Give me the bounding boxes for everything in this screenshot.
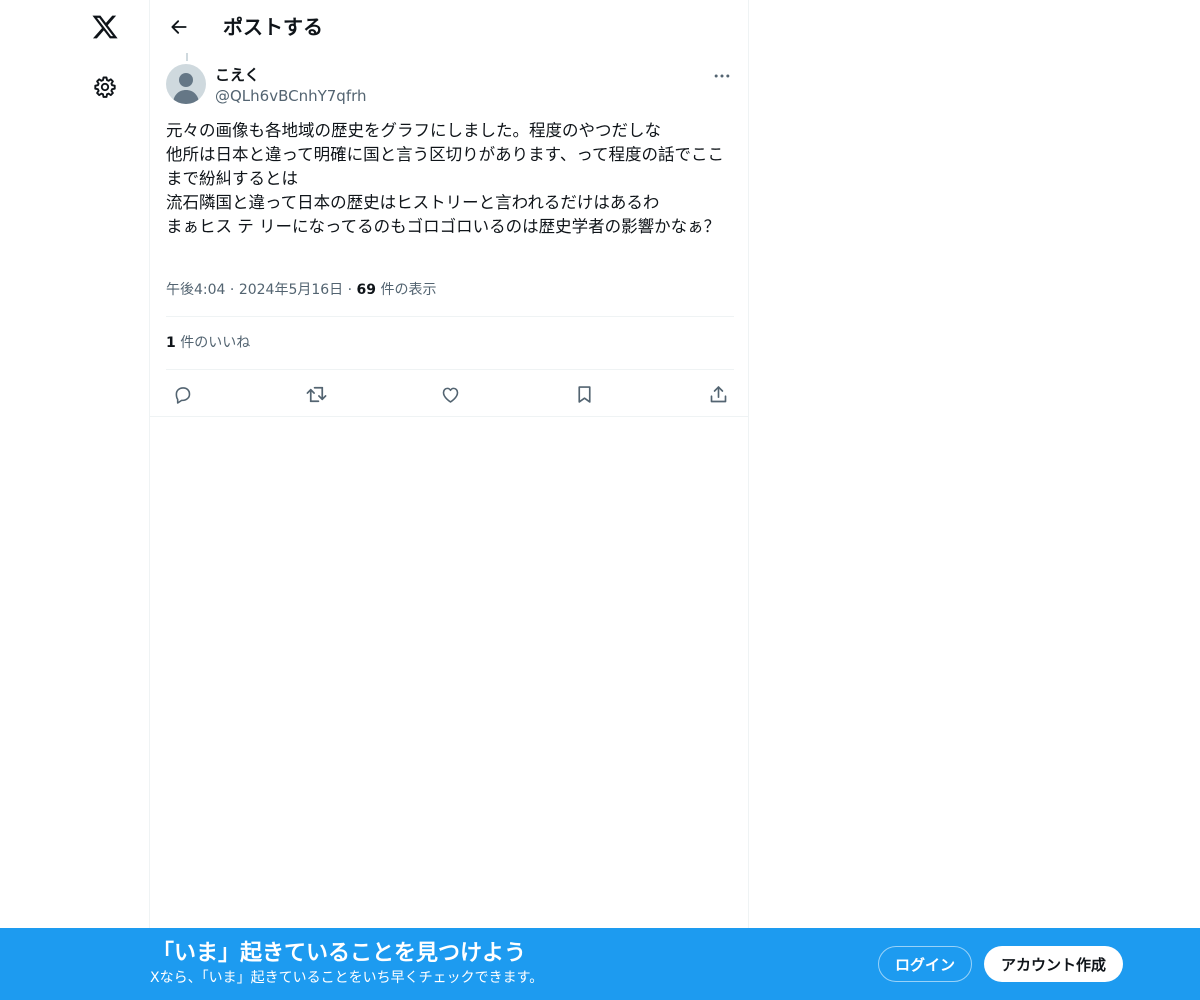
views-label: 件の表示 bbox=[380, 282, 437, 298]
retweet-icon[interactable] bbox=[299, 377, 333, 411]
avatar[interactable] bbox=[166, 64, 206, 104]
divider bbox=[166, 316, 734, 317]
divider bbox=[150, 416, 748, 417]
tweet-actions bbox=[150, 377, 748, 411]
banner-subtitle: Xなら、「いま」起きていることをいち早くチェックできます。 bbox=[150, 970, 544, 986]
signup-banner: 「いま」起きていることを見つけよう Xなら、「いま」起きていることをいち早くチェ… bbox=[0, 928, 1200, 1000]
login-button[interactable]: ログイン bbox=[878, 946, 972, 982]
page-header: ポストする bbox=[150, 0, 748, 53]
like-icon[interactable] bbox=[433, 377, 467, 411]
author-display-name[interactable]: こえく bbox=[215, 65, 260, 85]
back-arrow-icon[interactable] bbox=[162, 10, 196, 44]
meta-separator: · bbox=[347, 282, 353, 298]
banner-title: 「いま」起きていることを見つけよう bbox=[152, 941, 527, 966]
tweet-time[interactable]: 午後4:04 bbox=[166, 282, 225, 298]
tweet-metadata: 午後4:04 · 2024年5月16日 · 69 件の表示 bbox=[166, 280, 436, 300]
x-logo-icon[interactable] bbox=[88, 10, 122, 44]
sidebar bbox=[0, 0, 150, 1000]
thread-connector bbox=[186, 53, 188, 61]
bookmark-icon[interactable] bbox=[567, 377, 601, 411]
tweet-text: 元々の画像も各地域の歴史をグラフにしました。程度のやつだしな 他所は日本と違って… bbox=[166, 121, 725, 236]
meta-separator: · bbox=[229, 282, 235, 298]
reply-icon[interactable] bbox=[165, 377, 199, 411]
author-handle[interactable]: @QLh6vBCnhY7qfrh bbox=[215, 86, 367, 106]
tweet-date[interactable]: 2024年5月16日 bbox=[239, 282, 343, 298]
likes-link[interactable]: 1 件のいいね bbox=[166, 333, 250, 353]
page-title: ポストする bbox=[223, 15, 323, 39]
likes-label: 件のいいね bbox=[180, 335, 251, 351]
settings-gear-icon[interactable] bbox=[88, 70, 122, 104]
more-options-icon[interactable] bbox=[708, 62, 736, 90]
divider bbox=[166, 369, 734, 370]
views-count: 69 bbox=[356, 282, 377, 298]
share-icon[interactable] bbox=[701, 377, 735, 411]
main-column: ポストする こえく @QLh6vBCnhY7qfrh 元々の画像も各地域の歴史を… bbox=[149, 0, 749, 1000]
create-account-button[interactable]: アカウント作成 bbox=[984, 946, 1123, 982]
likes-count: 1 bbox=[166, 335, 176, 351]
